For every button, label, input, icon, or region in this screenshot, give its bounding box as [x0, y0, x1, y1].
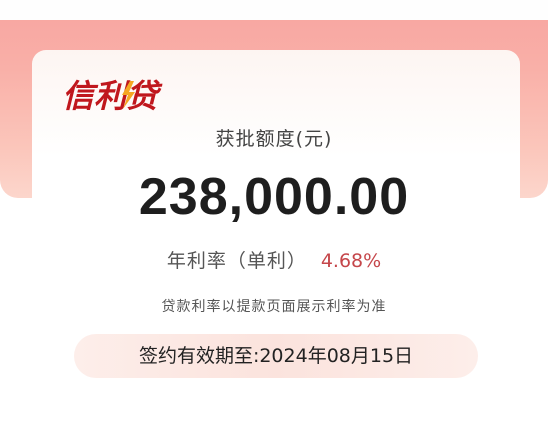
annual-rate-row: 年利率（单利） 4.68%: [0, 246, 548, 273]
approved-amount-value: 238,000.00: [138, 168, 410, 226]
approved-amount-label: 获批额度(元): [215, 128, 333, 150]
logo-text: 信利贷: [62, 77, 163, 115]
contract-expiry-text: 签约有效期至:2024年08月15日: [138, 345, 414, 367]
brand-logo: 信利贷: [60, 75, 172, 115]
rate-disclaimer-note: 贷款利率以提款页面展示利率为准: [161, 299, 387, 315]
logo-graphic: 信利贷: [62, 77, 163, 115]
contract-expiry-badge: 签约有效期至:2024年08月15日: [74, 334, 478, 378]
annual-rate-value: 4.68%: [320, 250, 382, 272]
annual-rate-label: 年利率（单利）: [166, 250, 307, 272]
